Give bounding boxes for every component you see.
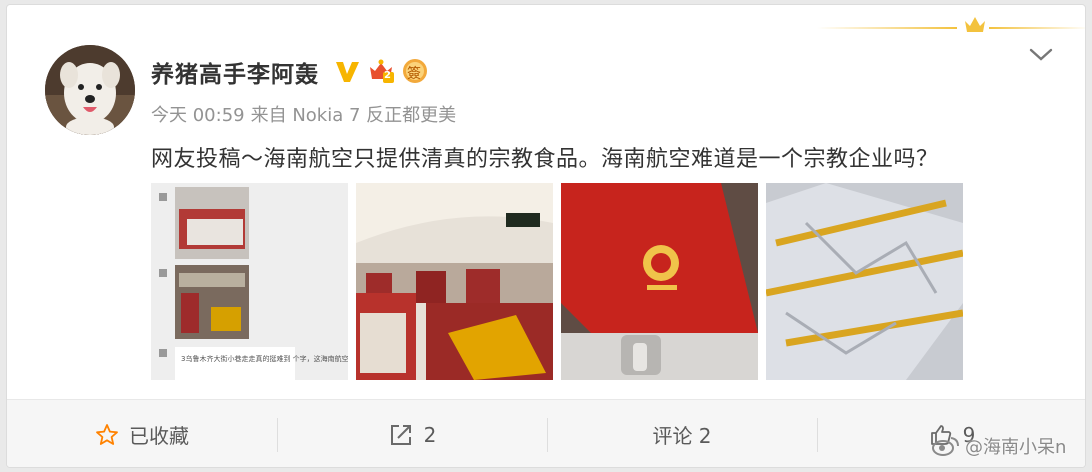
sign-in-badge[interactable]: 簽 (401, 57, 429, 85)
comment-button[interactable]: 评论 2 (547, 400, 817, 467)
chevron-down-icon[interactable] (1027, 45, 1055, 65)
sign-in-badge-label: 簽 (407, 66, 421, 82)
comment-label: 评论 2 (652, 424, 712, 448)
watermark: @海南小呆n (931, 433, 1066, 459)
action-bar: 已收藏 2 评论 2 9 (7, 399, 1085, 467)
member-crown-decoration (817, 17, 1085, 33)
safety-card-graphic (561, 183, 758, 380)
post-source[interactable]: 来自 Nokia 7 反正都更美 (251, 101, 457, 127)
watermark-text: @海南小呆n (965, 437, 1067, 458)
avatar[interactable] (45, 45, 135, 135)
weibo-post-card: 养猪高手李阿轰 2 簽 今天 00:59 来自 Nokia 7 反正都更美 网友… (6, 4, 1086, 468)
favorite-label: 已收藏 (129, 424, 189, 448)
chat-screenshot-image[interactable]: 3乌鲁木齐大街小巷走走真的挺难到 个字，这海南航空 却是这样的标语这是海南航空 … (151, 183, 348, 380)
crown-icon (965, 17, 985, 32)
favorite-button[interactable]: 已收藏 (7, 400, 277, 467)
vip-level-number: 2 (384, 70, 391, 81)
post-time[interactable]: 今天 00:59 (151, 101, 245, 127)
post-text: 网友投稿～海南航空只提供清真的宗教食品。海南航空难道是一个宗教企业吗？ (151, 147, 939, 172)
dog-avatar-icon (45, 45, 135, 135)
weibo-logo-icon (932, 437, 959, 456)
verified-icon[interactable] (333, 57, 361, 85)
cabin-seats-graphic (356, 183, 553, 380)
crown-line-right (989, 27, 1085, 29)
star-icon (96, 423, 118, 445)
user-badges: 2 簽 (333, 55, 429, 87)
username[interactable]: 养猪高手李阿轰 (151, 55, 319, 89)
post-meta: 今天 00:59 来自 Nokia 7 反正都更美 (151, 101, 456, 127)
foil-wrapped-food-image[interactable] (766, 183, 963, 380)
cabin-seats-image[interactable] (356, 183, 553, 380)
chat-screenshot-graphic: 3乌鲁木齐大街小巷走走真的挺难到 个字，这海南航空 却是这样的标语这是海南航空 … (151, 183, 348, 380)
vip-level-badge[interactable]: 2 (367, 57, 395, 85)
share-count: 2 (423, 422, 437, 447)
share-button[interactable]: 2 (277, 400, 547, 467)
image-grid: 3乌鲁木齐大街小巷走走真的挺难到 个字，这海南航空 却是这样的标语这是海南航空 … (151, 183, 963, 380)
share-icon (390, 424, 411, 445)
crown-line-left (817, 27, 957, 29)
hainan-airlines-card-image[interactable] (561, 183, 758, 380)
foil-food-graphic (766, 183, 963, 380)
chat-caption-text: 3乌鲁木齐大街小巷走走真的挺难到 个字，这海南航空 却是这样的标语这是海南航空 … (181, 354, 348, 363)
